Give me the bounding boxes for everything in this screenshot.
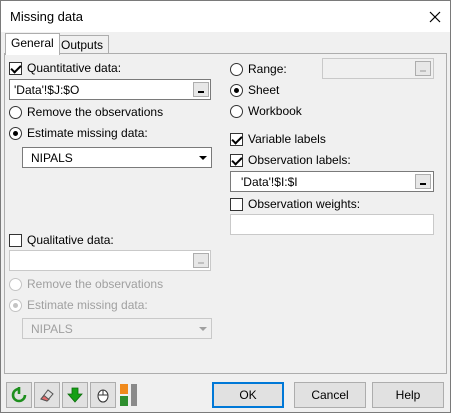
qualitative-method-value: NIPALS <box>31 322 73 336</box>
variable-labels-checkbox[interactable] <box>230 132 243 146</box>
select-data-button[interactable] <box>90 382 116 408</box>
quantitative-remove-label: Remove the observations <box>27 105 164 119</box>
close-button[interactable] <box>420 1 450 32</box>
download-button[interactable] <box>62 382 88 408</box>
quantitative-data-value: 'Data'!$J:$O <box>14 83 80 97</box>
close-icon <box>429 11 441 22</box>
quantitative-remove-radio[interactable] <box>9 105 22 119</box>
quantitative-data-label: Quantitative data: <box>27 61 122 75</box>
reset-icon <box>11 387 27 403</box>
ok-label: OK <box>239 388 257 402</box>
quantitative-method-value: NIPALS <box>31 151 73 165</box>
observation-labels-value: 'Data'!$I:$I <box>241 175 298 189</box>
qualitative-remove-label: Remove the observations <box>27 277 164 291</box>
range-option[interactable]: Range: <box>230 62 287 76</box>
observation-labels-label: Observation labels: <box>248 153 351 167</box>
workbook-radio[interactable] <box>230 104 243 118</box>
help-label: Help <box>395 388 421 402</box>
sheet-option[interactable]: Sheet <box>230 83 279 97</box>
variable-labels-label: Variable labels <box>248 132 326 146</box>
qualitative-remove-option[interactable]: Remove the observations <box>9 277 163 291</box>
toggle-options-button[interactable] <box>118 382 140 408</box>
observation-labels-range-button[interactable] <box>415 174 431 189</box>
qualitative-data-checkbox[interactable] <box>9 233 22 247</box>
sheet-label: Sheet <box>248 83 280 97</box>
quantitative-estimate-label: Estimate missing data: <box>27 126 148 140</box>
quantitative-range-button[interactable] <box>193 82 209 97</box>
qualitative-estimate-label: Estimate missing data: <box>27 298 148 312</box>
quantitative-data-checkbox-row[interactable]: Quantitative data: <box>9 61 121 75</box>
range-select-icon <box>420 183 426 185</box>
range-label: Range: <box>248 62 287 76</box>
range-select-icon <box>198 262 204 264</box>
qualitative-data-input[interactable] <box>9 250 211 271</box>
tab-outputs-label: Outputs <box>61 38 104 52</box>
quantitative-estimate-option[interactable]: Estimate missing data: <box>9 126 148 140</box>
help-button[interactable]: Help <box>372 382 444 408</box>
toggle-icon <box>120 384 137 406</box>
workbook-option[interactable]: Workbook <box>230 104 302 118</box>
ok-button[interactable]: OK <box>212 382 284 408</box>
qualitative-estimate-option[interactable]: Estimate missing data: <box>9 298 148 312</box>
window-title: Missing data <box>10 9 83 24</box>
qualitative-estimate-radio[interactable] <box>9 298 22 312</box>
tab-outputs[interactable]: Outputs <box>55 35 110 55</box>
missing-data-dialog: Missing data General Outputs Quantitativ… <box>0 0 451 413</box>
eraser-icon <box>40 389 54 402</box>
cancel-label: Cancel <box>311 388 349 402</box>
title-bar: Missing data <box>1 1 450 32</box>
observation-labels-checkbox[interactable] <box>230 153 243 167</box>
reset-button[interactable] <box>6 382 32 408</box>
cancel-button[interactable]: Cancel <box>294 382 366 408</box>
observation-weights-checkbox[interactable] <box>230 197 243 211</box>
mouse-icon <box>97 389 109 403</box>
clear-button[interactable] <box>34 382 60 408</box>
quantitative-estimate-radio[interactable] <box>9 126 22 140</box>
range-select-icon <box>198 91 204 93</box>
sheet-radio[interactable] <box>230 83 243 97</box>
observation-labels-option[interactable]: Observation labels: <box>230 153 351 167</box>
workbook-label: Workbook <box>248 104 302 118</box>
range-radio[interactable] <box>230 62 243 76</box>
qualitative-data-label: Qualitative data: <box>27 233 114 247</box>
quantitative-method-select[interactable]: NIPALS <box>22 147 212 168</box>
observation-weights-input[interactable] <box>230 214 434 235</box>
chevron-down-icon <box>195 149 210 166</box>
download-icon <box>67 387 83 403</box>
qualitative-remove-radio[interactable] <box>9 277 22 291</box>
tab-general[interactable]: General <box>5 33 60 55</box>
qualitative-data-checkbox-row[interactable]: Qualitative data: <box>9 233 114 247</box>
qualitative-method-select[interactable]: NIPALS <box>22 318 212 339</box>
observation-weights-label: Observation weights: <box>248 197 361 211</box>
observation-weights-option[interactable]: Observation weights: <box>230 197 360 211</box>
quantitative-remove-option[interactable]: Remove the observations <box>9 105 163 119</box>
chevron-down-icon <box>195 320 210 337</box>
footer-bar: OK Cancel Help <box>4 380 447 410</box>
qualitative-range-button[interactable] <box>193 253 209 268</box>
tab-general-label: General <box>11 36 54 50</box>
observation-labels-input[interactable]: 'Data'!$I:$I <box>230 171 434 192</box>
range-select-button[interactable] <box>415 61 431 76</box>
variable-labels-option[interactable]: Variable labels <box>230 132 326 146</box>
quantitative-data-input[interactable]: 'Data'!$J:$O <box>9 79 211 100</box>
quantitative-data-checkbox[interactable] <box>9 61 22 75</box>
range-select-icon <box>420 70 426 72</box>
